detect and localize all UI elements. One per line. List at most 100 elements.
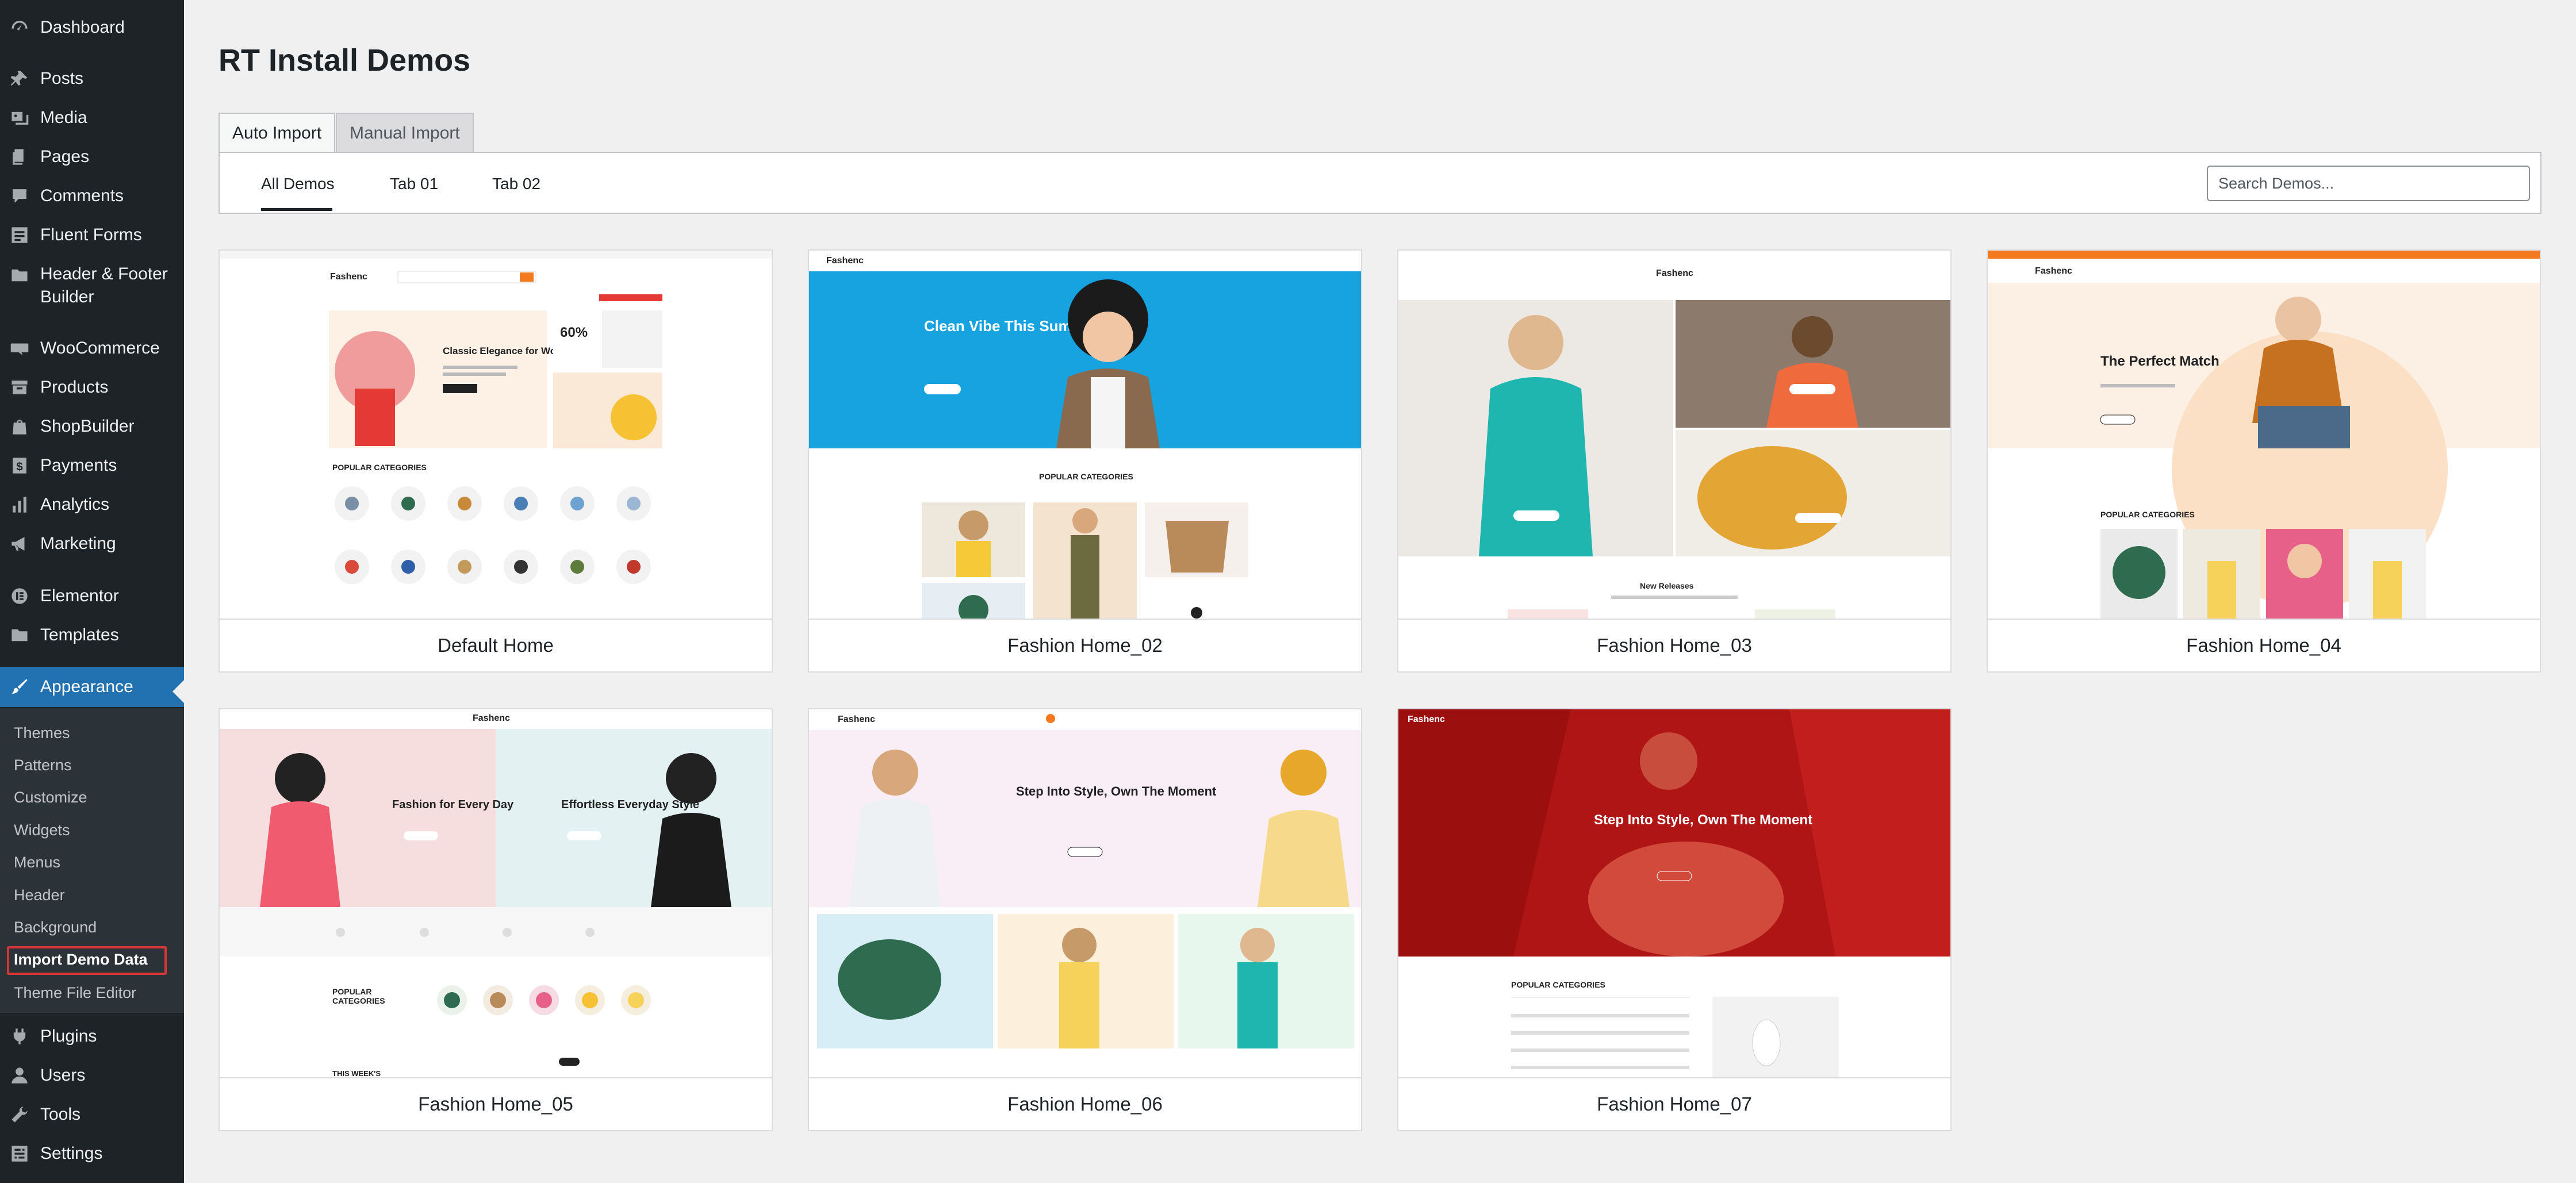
- demo-title: Default Home: [220, 619, 772, 671]
- sidebar-item-marketing[interactable]: Marketing: [0, 532, 184, 555]
- demo-card-fashion-home-02[interactable]: Fashenc Clean Vibe This Summer '24 POPUL…: [808, 249, 1362, 673]
- sidebar-item-label: WooCommerce: [40, 339, 160, 358]
- sidebar-item-elementor[interactable]: Elementor: [0, 585, 184, 608]
- sidebar-item-shopbuilder[interactable]: ShopBuilder: [0, 415, 184, 438]
- sidebar-item-woocommerce[interactable]: WooCommerce: [0, 337, 184, 360]
- submenu-header[interactable]: Header: [14, 885, 65, 905]
- admin-sidebar: Dashboard Posts Media Pages Comments Flu…: [0, 0, 184, 1183]
- dollar-icon: $: [9, 455, 30, 476]
- sidebar-item-label: Header & Footer Builder: [40, 264, 168, 306]
- sidebar-item-analytics[interactable]: Analytics: [0, 493, 184, 516]
- svg-text:Fashenc: Fashenc: [1408, 715, 1445, 724]
- hero-headline: The Perfect Match: [2100, 354, 2220, 369]
- demo-thumbnail[interactable]: Fashenc Classic Elegance for Women 60% P…: [220, 251, 772, 619]
- sidebar-item-fluent-forms[interactable]: Fluent Forms: [0, 224, 184, 247]
- sidebar-item-dashboard[interactable]: Dashboard: [0, 16, 184, 39]
- demo-thumbnail[interactable]: Fashenc Step Into Style, Own The Moment …: [1398, 709, 1950, 1077]
- sidebar-item-label: Tools: [40, 1105, 81, 1124]
- sidebar-item-label: Payments: [40, 456, 117, 475]
- demo-title: Fashion Home_05: [220, 1077, 772, 1130]
- demo-title: Fashion Home_06: [809, 1077, 1361, 1130]
- sidebar-item-tools[interactable]: Tools: [0, 1103, 184, 1126]
- sidebar-item-label: Analytics: [40, 495, 110, 514]
- svg-text:POPULAR CATEGORIES: POPULAR CATEGORIES: [2100, 510, 2195, 519]
- forms-icon: [9, 225, 30, 245]
- folder-icon: [9, 265, 30, 286]
- filter-tab-02[interactable]: Tab 02: [492, 175, 540, 193]
- sidebar-item-plugins[interactable]: Plugins: [0, 1025, 184, 1048]
- wrench-icon: [9, 1104, 30, 1125]
- pin-icon: [9, 68, 30, 89]
- submenu-background[interactable]: Background: [14, 917, 97, 937]
- svg-text:Fashenc: Fashenc: [473, 713, 510, 723]
- tab-manual-import[interactable]: Manual Import: [336, 113, 474, 153]
- sidebar-item-settings[interactable]: Settings: [0, 1142, 184, 1165]
- submenu-themes[interactable]: Themes: [14, 723, 70, 743]
- filter-tab-all-demos[interactable]: All Demos: [261, 175, 335, 193]
- demo-card-fashion-home-05[interactable]: Fashenc Fashion for Every Day Effortless…: [218, 708, 773, 1131]
- user-icon: [9, 1065, 30, 1086]
- svg-text:POPULAR CATEGORIES: POPULAR CATEGORIES: [332, 463, 427, 472]
- dashboard-icon: [9, 17, 30, 38]
- sidebar-item-label: Marketing: [40, 534, 116, 553]
- svg-text:Fashenc: Fashenc: [838, 715, 875, 724]
- sidebar-item-products[interactable]: Products: [0, 376, 184, 399]
- sidebar-item-payments[interactable]: $ Payments: [0, 454, 184, 477]
- svg-text:POPULAR: POPULAR: [332, 987, 371, 996]
- svg-text:60%: 60%: [560, 325, 588, 340]
- elementor-icon: [9, 586, 30, 606]
- sidebar-item-comments[interactable]: Comments: [0, 185, 184, 208]
- sidebar-item-label: Posts: [40, 69, 84, 88]
- bar-chart-icon: [9, 494, 30, 515]
- hero-headline-2: Effortless Everyday Style: [561, 798, 699, 811]
- submenu-menus[interactable]: Menus: [14, 852, 60, 872]
- demo-thumbnail[interactable]: Fashenc Step Into Style, Own The Moment: [809, 709, 1361, 1077]
- demo-card-fashion-home-03[interactable]: Fashenc New Releases Fashion Home_03: [1397, 249, 1952, 673]
- demo-card-fashion-home-06[interactable]: Fashenc Step Into Style, Own The Moment …: [808, 708, 1362, 1131]
- sidebar-item-header-footer-builder[interactable]: Header & Footer Builder: [0, 263, 184, 309]
- sidebar-item-users[interactable]: Users: [0, 1064, 184, 1087]
- sidebar-item-label: Elementor: [40, 586, 119, 605]
- bag-icon: [9, 416, 30, 437]
- svg-text:Fashenc: Fashenc: [1656, 268, 1693, 278]
- svg-text:Fashenc: Fashenc: [2035, 266, 2072, 276]
- demo-title: Fashion Home_07: [1398, 1077, 1950, 1130]
- sidebar-item-pages[interactable]: Pages: [0, 145, 184, 168]
- demo-card-default-home[interactable]: Fashenc Classic Elegance for Women 60% P…: [218, 249, 773, 673]
- hero-headline: Step Into Style, Own The Moment: [1594, 812, 1812, 828]
- sidebar-item-label: Appearance: [40, 677, 133, 696]
- submenu-patterns[interactable]: Patterns: [14, 755, 72, 775]
- demo-card-fashion-home-07[interactable]: Fashenc Step Into Style, Own The Moment …: [1397, 708, 1952, 1131]
- svg-text:POPULAR CATEGORIES: POPULAR CATEGORIES: [1039, 472, 1133, 481]
- submenu-widgets[interactable]: Widgets: [14, 820, 70, 840]
- search-demos-input[interactable]: [2207, 166, 2530, 201]
- svg-text:POPULAR CATEGORIES: POPULAR CATEGORIES: [1511, 980, 1605, 989]
- svg-text:Fashenc: Fashenc: [330, 272, 367, 282]
- sidebar-item-templates[interactable]: Templates: [0, 624, 184, 647]
- sidebar-item-appearance[interactable]: Appearance: [0, 667, 184, 707]
- sidebar-item-media[interactable]: Media: [0, 106, 184, 129]
- media-icon: [9, 107, 30, 128]
- comment-icon: [9, 186, 30, 206]
- demo-thumbnail[interactable]: Fashenc New Releases: [1398, 251, 1950, 619]
- demo-thumbnail[interactable]: Fashenc The Perfect Match POPULAR CATEGO…: [1988, 251, 2540, 619]
- hero-headline: Step Into Style, Own The Moment: [1016, 784, 1217, 798]
- active-menu-arrow: [172, 680, 184, 703]
- tab-auto-import[interactable]: Auto Import: [218, 113, 336, 153]
- demo-card-fashion-home-04[interactable]: Fashenc The Perfect Match POPULAR CATEGO…: [1987, 249, 2541, 673]
- filter-tab-01[interactable]: Tab 01: [390, 175, 438, 193]
- demo-title: Fashion Home_02: [809, 619, 1361, 671]
- sidebar-item-label: Templates: [40, 625, 119, 644]
- submenu-theme-file-editor[interactable]: Theme File Editor: [14, 983, 136, 1003]
- sidebar-item-posts[interactable]: Posts: [0, 67, 184, 90]
- submenu-import-demo-data[interactable]: Import Demo Data: [14, 950, 148, 969]
- plugin-icon: [9, 1026, 30, 1047]
- submenu-customize[interactable]: Customize: [14, 788, 87, 807]
- sidebar-item-label: Settings: [40, 1144, 103, 1163]
- demo-thumbnail[interactable]: Fashenc Clean Vibe This Summer '24 POPUL…: [809, 251, 1361, 619]
- sidebar-item-label: Products: [40, 378, 109, 397]
- folder-icon: [9, 625, 30, 646]
- sidebar-item-label: ShopBuilder: [40, 417, 135, 436]
- hero-headline: New Releases: [1640, 581, 1694, 590]
- demo-thumbnail[interactable]: Fashenc Fashion for Every Day Effortless…: [220, 709, 772, 1077]
